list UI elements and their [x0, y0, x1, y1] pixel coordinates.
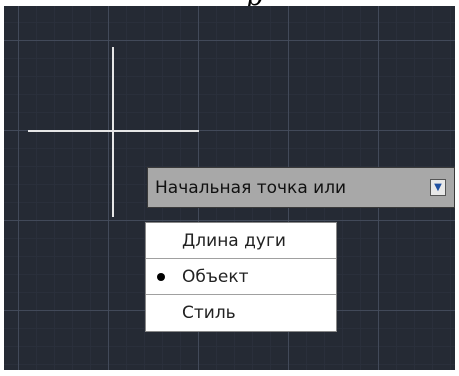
menu-item-label: Объект	[182, 266, 249, 287]
menu-item-object[interactable]: Объект	[146, 259, 336, 295]
selected-bullet-icon	[157, 273, 165, 281]
menu-item-arc-length[interactable]: Длина дуги	[146, 223, 336, 259]
down-arrow-icon[interactable]: ▼	[430, 179, 446, 196]
drawing-canvas[interactable]: Начальная точка или ▼ Длина дуги Объект …	[4, 6, 455, 370]
menu-item-label: Стиль	[182, 303, 236, 323]
options-menu: Длина дуги Объект Стиль	[145, 222, 337, 332]
dynamic-input-prompt: Начальная точка или ▼	[147, 167, 455, 208]
crosshair-vertical	[112, 47, 114, 217]
prompt-text: Начальная точка или	[155, 177, 347, 198]
menu-item-style[interactable]: Стиль	[146, 295, 336, 331]
menu-item-label: Длина дуги	[182, 230, 286, 251]
